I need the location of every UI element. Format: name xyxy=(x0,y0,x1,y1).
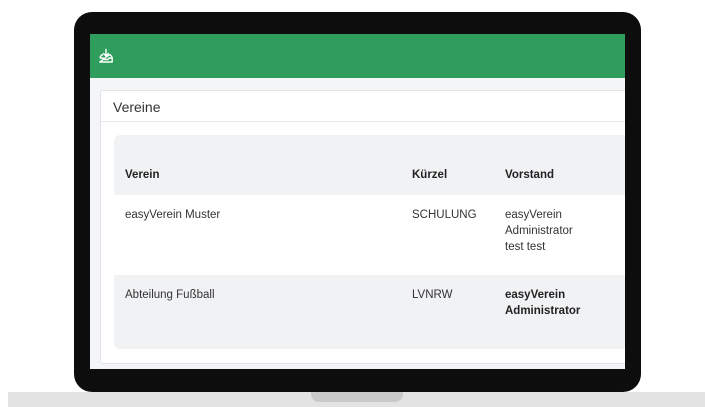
cell-vorstand: easyVerein Administrator test test xyxy=(505,207,615,255)
table-row[interactable]: easyVerein Muster SCHULUNG easyVerein Ad… xyxy=(114,195,625,275)
card-title: Vereine xyxy=(113,99,161,115)
vorstand-line: test test xyxy=(505,241,546,253)
vorstand-line: easyVerein xyxy=(505,289,566,301)
column-header-vorstand[interactable]: Vorstand xyxy=(505,167,615,183)
app-header-bar xyxy=(90,34,625,78)
laptop-base-notch xyxy=(311,392,403,402)
inbox-tray-icon[interactable] xyxy=(98,48,114,64)
card-divider xyxy=(101,121,625,122)
table-header-row: Verein Kürzel Vorstand xyxy=(114,135,625,195)
vorstand-line: Administrator xyxy=(505,305,581,317)
vereine-card: Vereine Verein Kürzel Vorstand easyVerei… xyxy=(100,90,625,364)
cell-kuerzel: SCHULUNG xyxy=(412,209,477,221)
vorstand-line: Administrator xyxy=(505,225,573,237)
cell-verein: Abteilung Fußball xyxy=(125,289,215,301)
column-header-kuerzel[interactable]: Kürzel xyxy=(412,167,447,183)
cell-verein: easyVerein Muster xyxy=(125,209,221,221)
vereine-table: Verein Kürzel Vorstand easyVerein Muster… xyxy=(114,135,625,349)
cell-kuerzel: LVNRW xyxy=(412,289,453,301)
table-row[interactable]: Abteilung Fußball LVNRW easyVerein Admin… xyxy=(114,275,625,349)
cell-vorstand: easyVerein Administrator xyxy=(505,287,615,319)
vorstand-line: easyVerein xyxy=(505,209,562,221)
app-screen: Vereine Verein Kürzel Vorstand easyVerei… xyxy=(90,34,625,369)
column-header-verein[interactable]: Verein xyxy=(125,167,160,183)
